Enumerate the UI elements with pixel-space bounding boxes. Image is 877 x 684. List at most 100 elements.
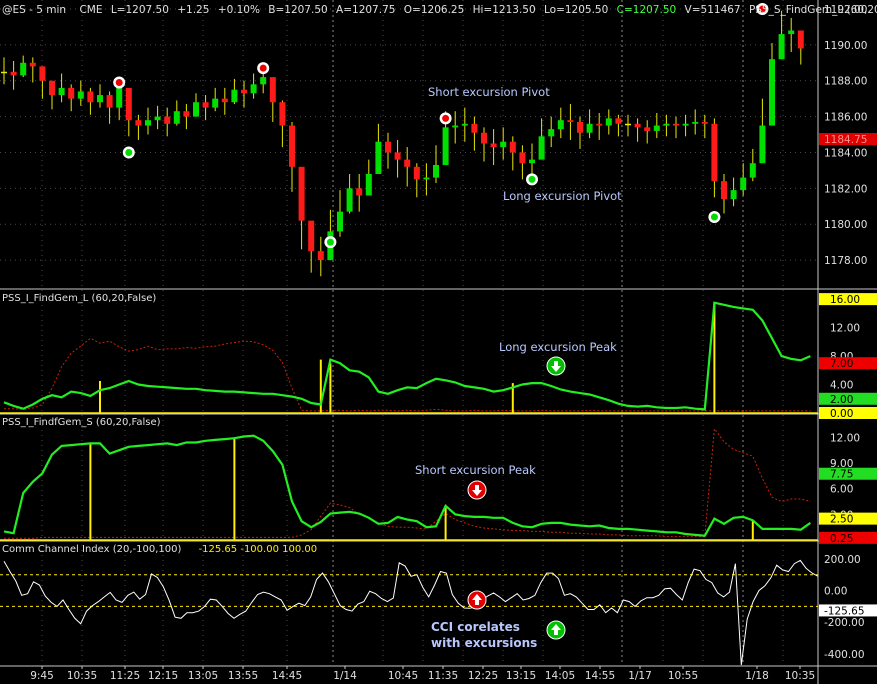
header-volume: V=511467 xyxy=(685,4,741,16)
price-tick-3: 1186.00 xyxy=(824,112,867,124)
short-value-label-0: 7.75 xyxy=(830,469,853,481)
y-axes: 1192.001190.001188.001186.001184.001182.… xyxy=(819,4,877,661)
candle-body xyxy=(692,121,699,124)
candle-body xyxy=(1,71,7,74)
candle-body xyxy=(673,123,679,126)
candle-44 xyxy=(423,163,430,196)
cci-short-arrow-icon xyxy=(467,590,487,610)
candle-42 xyxy=(404,147,411,187)
candle-61 xyxy=(586,109,593,139)
candle-56 xyxy=(538,118,545,160)
candle-body xyxy=(529,159,535,164)
candle-body xyxy=(10,71,17,76)
candle-body xyxy=(769,59,775,126)
candle-body xyxy=(682,123,689,126)
candle-body xyxy=(586,123,593,133)
candle-body xyxy=(385,141,391,153)
candle-65 xyxy=(625,114,631,137)
candle-body xyxy=(548,129,555,137)
cci-line xyxy=(3,559,819,666)
price-tick-7: 1178.00 xyxy=(824,255,867,267)
chart-canvas[interactable]: 9:45 10:35 11:25 12:15 13:05 13:55 14:45 1/14 10… xyxy=(0,0,877,684)
candle-body xyxy=(442,127,449,166)
header-low: Lo=1205.50 xyxy=(544,4,608,16)
candle-body xyxy=(375,141,382,174)
candle-5 xyxy=(49,80,55,110)
candle-51 xyxy=(490,129,497,166)
candle-17 xyxy=(164,107,171,137)
candle-body xyxy=(452,125,459,128)
candle-78 xyxy=(749,148,756,182)
cci-panel[interactable] xyxy=(0,559,819,666)
candle-body xyxy=(519,152,526,164)
candle-6 xyxy=(58,73,65,103)
findgem-short-panel[interactable] xyxy=(0,427,818,541)
candle-body xyxy=(797,30,804,49)
candle-body xyxy=(29,62,36,67)
candle-82 xyxy=(788,17,795,53)
candle-81 xyxy=(778,10,785,60)
candle-11 xyxy=(106,91,113,124)
candle-body xyxy=(596,123,603,126)
candle-26 xyxy=(250,73,257,99)
price-panel[interactable] xyxy=(1,10,804,277)
candle-body xyxy=(308,220,315,252)
candle-79 xyxy=(759,98,766,164)
candle-body xyxy=(221,98,228,103)
candle-body xyxy=(68,87,75,99)
candle-71 xyxy=(682,114,689,137)
candle-body xyxy=(471,123,478,133)
candle-28 xyxy=(269,77,276,122)
cci-tick-1: 0.00 xyxy=(824,586,847,598)
candle-13 xyxy=(125,87,132,137)
candle-29 xyxy=(279,100,286,148)
candle-60 xyxy=(577,116,583,149)
candle-body xyxy=(317,251,324,261)
candle-body xyxy=(116,87,123,108)
candle-77 xyxy=(740,163,747,196)
candle-32 xyxy=(308,220,315,273)
candle-body xyxy=(711,123,718,182)
candle-body xyxy=(740,177,747,191)
price-tick-5: 1182.00 xyxy=(824,183,867,195)
candle-31 xyxy=(298,166,305,250)
header-last: L=1207.50 xyxy=(111,4,169,16)
candle-body xyxy=(154,116,161,121)
candle-body xyxy=(250,84,257,94)
cci-long-arrow-icon xyxy=(546,620,566,640)
candle-80 xyxy=(769,43,775,126)
candle-body xyxy=(461,123,468,126)
long-tick-0: 12.00 xyxy=(830,323,860,335)
long-main-line xyxy=(3,301,811,411)
candle-75 xyxy=(721,173,727,214)
candle-body xyxy=(39,66,46,81)
x-tick-4: 13:05 xyxy=(188,670,218,682)
candle-35 xyxy=(337,190,343,237)
candle-body xyxy=(749,163,756,178)
x-tick-12: 14:05 xyxy=(545,670,575,682)
candle-49 xyxy=(471,116,478,151)
x-tick-9: 11:35 xyxy=(428,670,458,682)
candle-24 xyxy=(231,78,238,105)
candle-68 xyxy=(653,113,660,139)
findgem-long-panel[interactable] xyxy=(0,301,818,414)
candle-body xyxy=(788,30,795,35)
candle-45 xyxy=(433,145,439,183)
candle-73 xyxy=(701,114,708,139)
candle-body xyxy=(183,111,190,117)
candle-64 xyxy=(615,114,622,137)
candle-8 xyxy=(77,80,84,106)
candle-76 xyxy=(730,177,737,207)
candle-63 xyxy=(605,109,612,135)
short-panel-title: PSS_I_FindfGem_S (60,20,False) xyxy=(2,417,161,428)
x-tick-15: 10:55 xyxy=(668,670,698,682)
candle-2 xyxy=(20,55,27,78)
long-pivot-annotation: Long excursion Pivot xyxy=(503,189,622,203)
candle-body xyxy=(77,91,84,99)
long-value-label-0: 16.00 xyxy=(830,294,860,306)
candle-body xyxy=(615,118,622,124)
candle-body xyxy=(202,102,209,108)
candle-body xyxy=(135,120,142,126)
header-bid: B=1207.50 xyxy=(268,4,327,16)
header-ask: A=1207.75 xyxy=(336,4,395,16)
